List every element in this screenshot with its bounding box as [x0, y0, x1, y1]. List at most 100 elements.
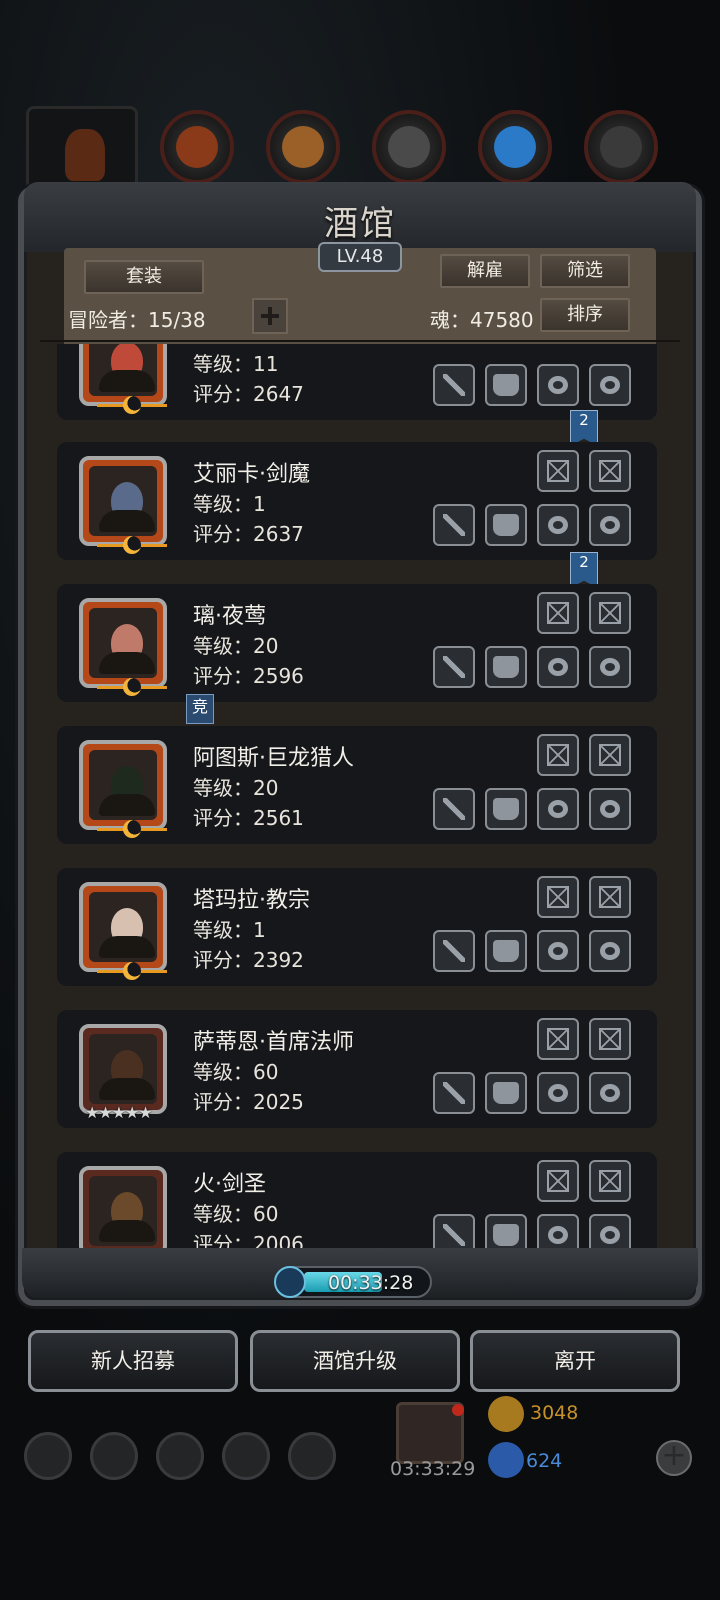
hero-card[interactable]: 艾丽卡·剑魔 等级：1 评分：2637 — [57, 442, 657, 560]
page-title: 酒馆 — [324, 204, 396, 244]
hero-portrait — [79, 344, 167, 414]
add-slot-button[interactable] — [252, 298, 288, 334]
tab-wood[interactable] — [266, 110, 340, 184]
sort-button[interactable]: 排序 — [540, 298, 630, 332]
hero-portrait — [79, 882, 167, 980]
adventurer-count: 冒险者：15/38 — [68, 308, 206, 332]
skill-slot[interactable] — [537, 450, 579, 492]
hero-portrait — [79, 456, 167, 554]
ring-slot[interactable] — [537, 646, 579, 688]
mail-icon[interactable] — [222, 1432, 270, 1480]
ring-icon — [548, 800, 568, 818]
ring-slot[interactable] — [537, 930, 579, 972]
ring-slot[interactable] — [537, 364, 579, 406]
clock-icon — [274, 1266, 306, 1298]
iron-icon — [388, 126, 430, 168]
armor-slot[interactable] — [485, 364, 527, 406]
hero-card[interactable]: 璃·夜莺 等级：20 评分：2596 — [57, 584, 657, 702]
hourglass-icon — [547, 1028, 569, 1050]
armor-slot[interactable] — [485, 930, 527, 972]
hero-level: 等级：11 — [193, 352, 279, 376]
tab-ore[interactable] — [584, 110, 658, 184]
armor-slot[interactable] — [485, 1214, 527, 1248]
skill-slot[interactable] — [537, 592, 579, 634]
ring-icon — [600, 942, 620, 960]
hero-card[interactable]: 阿图斯·巨龙猎人 等级：20 评分：2561 — [57, 726, 657, 844]
gift-timer: 03:33:29 — [390, 1458, 476, 1480]
ring-slot[interactable] — [537, 788, 579, 830]
skill-slot[interactable] — [589, 592, 631, 634]
level-badge: LV.48 — [318, 242, 402, 272]
hero-card[interactable]: ★★★★★ 火·剑圣 等级：60 评分：2006 — [57, 1152, 657, 1248]
rank-ribbon: 2 — [570, 552, 598, 588]
weapon-slot[interactable] — [433, 364, 475, 406]
armor-slot[interactable] — [485, 1072, 527, 1114]
hero-score: 评分：2596 — [193, 664, 304, 688]
settings-icon[interactable] — [24, 1432, 72, 1480]
skill-slot[interactable] — [537, 876, 579, 918]
skill-slot[interactable] — [537, 734, 579, 776]
leave-button[interactable]: 离开 — [470, 1330, 680, 1392]
hero-name: 璃·夜莺 — [193, 604, 266, 629]
upgrade-tavern-button[interactable]: 酒馆升级 — [250, 1330, 460, 1392]
skill-slot[interactable] — [589, 450, 631, 492]
armor-slot[interactable] — [485, 504, 527, 546]
add-currency-button[interactable]: + — [656, 1440, 692, 1476]
gem-amount: 624 — [526, 1450, 563, 1472]
hero-score: 评分：2637 — [193, 522, 304, 546]
weapon-slot[interactable] — [433, 504, 475, 546]
hero-portrait — [79, 740, 167, 838]
dismiss-button[interactable]: 解雇 — [440, 254, 530, 288]
weapon-slot[interactable] — [433, 1214, 475, 1248]
skill-slot[interactable] — [589, 734, 631, 776]
ring-icon — [548, 516, 568, 534]
tab-crystal[interactable] — [478, 110, 552, 184]
hourglass-icon — [599, 744, 621, 766]
ring-slot[interactable] — [589, 930, 631, 972]
hourglass-icon — [547, 886, 569, 908]
dice-icon[interactable] — [288, 1432, 336, 1480]
suit-button[interactable]: 套装 — [84, 260, 204, 294]
ring-slot[interactable] — [589, 1072, 631, 1114]
filter-button[interactable]: 筛选 — [540, 254, 630, 288]
hero-portrait: ★★★★★ — [79, 1166, 167, 1248]
skill-slot[interactable] — [537, 1018, 579, 1060]
weapon-slot[interactable] — [433, 646, 475, 688]
tab-shield[interactable] — [160, 110, 234, 184]
skill-slot[interactable] — [537, 1160, 579, 1202]
ring-slot[interactable] — [537, 1072, 579, 1114]
moon-rank-icon — [97, 962, 167, 980]
armor-slot[interactable] — [485, 646, 527, 688]
hero-level: 等级：60 — [193, 1060, 279, 1084]
hero-card[interactable]: 塔玛拉·教宗 等级：1 评分：2392 — [57, 868, 657, 986]
ring-icon — [600, 658, 620, 676]
recruit-button[interactable]: 新人招募 — [28, 1330, 238, 1392]
hero-card[interactable]: 等级：11 评分：2647 — [57, 344, 657, 420]
tab-iron[interactable] — [372, 110, 446, 184]
hourglass-icon — [599, 460, 621, 482]
hero-score: 评分：2025 — [193, 1090, 304, 1114]
ring-slot[interactable] — [537, 1214, 579, 1248]
skill-slot[interactable] — [589, 876, 631, 918]
ring-slot[interactable] — [589, 788, 631, 830]
armor-slot[interactable] — [485, 788, 527, 830]
skill-slot[interactable] — [589, 1160, 631, 1202]
hourglass-icon — [599, 602, 621, 624]
hero-level: 等级：60 — [193, 1202, 279, 1226]
emblem-icon[interactable] — [90, 1432, 138, 1480]
ring-slot[interactable] — [589, 364, 631, 406]
hero-list[interactable]: 等级：11 评分：2647 2 艾丽卡·剑魔 等级：1 评分：2637 2 璃·… — [40, 344, 680, 1248]
armor-icon — [493, 514, 519, 536]
ring-icon — [548, 942, 568, 960]
ring-slot[interactable] — [537, 504, 579, 546]
weapon-slot[interactable] — [433, 1072, 475, 1114]
gate-icon[interactable] — [156, 1432, 204, 1480]
skill-slot[interactable] — [589, 1018, 631, 1060]
hero-card[interactable]: ★★★★★ 萨蒂恩·首席法师 等级：60 评分：2025 — [57, 1010, 657, 1128]
ring-slot[interactable] — [589, 646, 631, 688]
ring-slot[interactable] — [589, 504, 631, 546]
hero-portrait — [79, 598, 167, 696]
weapon-slot[interactable] — [433, 930, 475, 972]
weapon-slot[interactable] — [433, 788, 475, 830]
ring-slot[interactable] — [589, 1214, 631, 1248]
